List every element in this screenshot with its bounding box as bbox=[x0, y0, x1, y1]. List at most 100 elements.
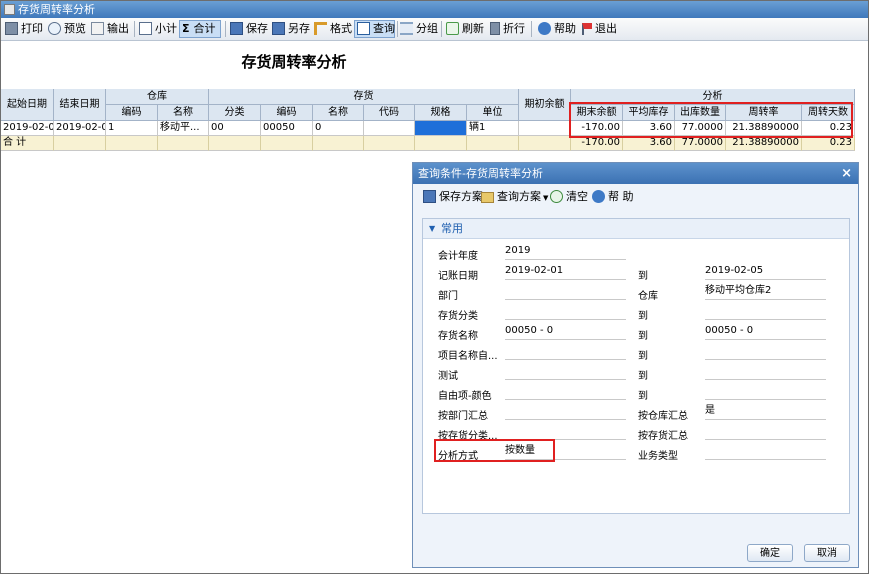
table-cell[interactable] bbox=[519, 121, 571, 136]
magnifier-icon bbox=[48, 22, 61, 35]
custom-color-from-field[interactable] bbox=[505, 383, 626, 400]
refresh-button[interactable]: 刷新 bbox=[446, 20, 484, 38]
test-to-field[interactable] bbox=[705, 363, 826, 380]
main-toolbar: 打印 预览 输出 小计 Σ 合计 保存 另存 格式 查询 分组 刷新 折行 帮助 … bbox=[1, 18, 868, 41]
cancel-button[interactable]: 取消 bbox=[804, 544, 850, 562]
project-from-field[interactable] bbox=[505, 343, 626, 360]
col-opening-balance[interactable]: 期初余额 bbox=[519, 89, 571, 121]
selected-cell[interactable] bbox=[415, 121, 467, 136]
inv-class-to-field[interactable] bbox=[705, 303, 826, 320]
save-button[interactable]: 保存 bbox=[230, 20, 268, 38]
by-wh-field[interactable]: 是 bbox=[705, 403, 826, 420]
table-cell bbox=[54, 136, 106, 151]
col-inv-name[interactable]: 名称 bbox=[313, 105, 364, 121]
table-cell bbox=[313, 136, 364, 151]
col-inv-code[interactable]: 编码 bbox=[261, 105, 313, 121]
by-inv-class-field[interactable] bbox=[505, 423, 626, 440]
format-icon bbox=[314, 22, 327, 35]
date-from-field[interactable]: 2019-02-01 bbox=[505, 263, 626, 280]
common-conditions-panel: ▼ 常用 会计年度 2019 记账日期 2019-02-01 到 2019-02… bbox=[422, 218, 850, 514]
query-plan-dropdown[interactable]: 查询方案 ▼ bbox=[481, 190, 548, 204]
col-spec[interactable]: 规格 bbox=[415, 105, 467, 121]
dept-label: 部门 bbox=[438, 291, 458, 302]
close-icon[interactable]: × bbox=[841, 163, 852, 184]
warehouse-field[interactable]: 移动平均仓库2 bbox=[705, 283, 826, 300]
table-cell[interactable]: 00 bbox=[209, 121, 261, 136]
exit-button[interactable]: 退出 bbox=[582, 20, 617, 38]
date-to-field[interactable]: 2019-02-05 bbox=[705, 263, 826, 280]
dept-field[interactable] bbox=[505, 283, 626, 300]
project-to-field[interactable] bbox=[705, 343, 826, 360]
table-cell bbox=[467, 136, 519, 151]
dialog-toolbar: 保存方案 查询方案 ▼ 清空 帮 助 bbox=[413, 184, 858, 209]
total-button[interactable]: Σ 合计 bbox=[179, 20, 221, 38]
toolbar-separator bbox=[531, 21, 532, 37]
clear-button[interactable]: 清空 bbox=[550, 190, 588, 204]
custom-color-label: 自由项-颜色 bbox=[438, 391, 492, 402]
sigma-icon: Σ bbox=[182, 22, 190, 35]
toolbar-separator bbox=[134, 21, 135, 37]
by-dept-field[interactable] bbox=[505, 403, 626, 420]
group-header-inventory: 存货 bbox=[209, 89, 519, 105]
inv-name-from-field[interactable]: 00050 - 0 bbox=[505, 323, 626, 340]
inv-name-label: 存货名称 bbox=[438, 331, 478, 342]
table-cell bbox=[364, 136, 415, 151]
help-button[interactable]: 帮助 bbox=[538, 20, 576, 38]
export-icon bbox=[91, 22, 104, 35]
group-icon bbox=[400, 22, 413, 35]
total-cell: -170.00 bbox=[571, 136, 623, 151]
table-cell[interactable]: 移动平... bbox=[158, 121, 209, 136]
format-button[interactable]: 格式 bbox=[314, 20, 352, 38]
table-cell bbox=[415, 136, 467, 151]
table-cell[interactable] bbox=[364, 121, 415, 136]
preview-button[interactable]: 预览 bbox=[48, 20, 86, 38]
test-label: 测试 bbox=[438, 371, 458, 382]
by-inv-field[interactable] bbox=[705, 423, 826, 440]
section-header[interactable]: ▼ 常用 bbox=[423, 219, 849, 239]
col-inv-class[interactable]: 分类 bbox=[209, 105, 261, 121]
test-from-field[interactable] bbox=[505, 363, 626, 380]
save-icon bbox=[230, 22, 243, 35]
table-cell[interactable]: 2019-02-01 bbox=[1, 121, 54, 136]
warehouse-label: 仓库 bbox=[638, 291, 658, 302]
dialog-title: 查询条件-存货周转率分析 bbox=[418, 167, 543, 180]
export-button[interactable]: 输出 bbox=[91, 20, 129, 38]
biz-type-field[interactable] bbox=[705, 443, 826, 460]
clear-icon bbox=[550, 190, 563, 203]
help-icon bbox=[538, 22, 551, 35]
col-inv-alias[interactable]: 代码 bbox=[364, 105, 415, 121]
table-cell[interactable]: 2019-02-05 bbox=[54, 121, 106, 136]
inv-class-from-field[interactable] bbox=[505, 303, 626, 320]
table-cell[interactable]: 辆1 bbox=[467, 121, 519, 136]
save-as-icon bbox=[272, 22, 285, 35]
query-button[interactable]: 查询 bbox=[354, 20, 395, 38]
col-wh-name[interactable]: 名称 bbox=[158, 105, 209, 121]
table-cell[interactable]: 00050 bbox=[261, 121, 313, 136]
group-button[interactable]: 分组 bbox=[400, 20, 438, 38]
table-cell[interactable]: 1 bbox=[106, 121, 158, 136]
fold-button[interactable]: 折行 bbox=[490, 20, 525, 38]
col-unit[interactable]: 单位 bbox=[467, 105, 519, 121]
table-cell[interactable]: 0 bbox=[313, 121, 364, 136]
to-label: 到 bbox=[638, 271, 648, 282]
table-cell bbox=[261, 136, 313, 151]
inv-class-label: 存货分类 bbox=[438, 311, 478, 322]
dialog-help-button[interactable]: 帮 助 bbox=[592, 190, 634, 204]
col-start-date[interactable]: 起始日期 bbox=[1, 89, 54, 121]
save-plan-button[interactable]: 保存方案 bbox=[423, 190, 483, 204]
project-label: 项目名称自... bbox=[438, 351, 498, 362]
ok-button[interactable]: 确定 bbox=[747, 544, 793, 562]
save-as-button[interactable]: 另存 bbox=[272, 20, 310, 38]
subtotal-button[interactable]: 小计 bbox=[139, 20, 177, 38]
table-cell bbox=[106, 136, 158, 151]
dialog-title-bar[interactable]: 查询条件-存货周转率分析 × bbox=[413, 163, 858, 184]
custom-color-to-field[interactable] bbox=[705, 383, 826, 400]
print-button[interactable]: 打印 bbox=[5, 20, 43, 38]
toolbar-separator bbox=[225, 21, 226, 37]
to-label: 到 bbox=[638, 331, 648, 342]
year-field[interactable]: 2019 bbox=[505, 243, 626, 260]
inv-name-to-field[interactable]: 00050 - 0 bbox=[705, 323, 826, 340]
toolbar-separator bbox=[397, 21, 398, 37]
col-wh-code[interactable]: 编码 bbox=[106, 105, 158, 121]
col-end-date[interactable]: 结束日期 bbox=[54, 89, 106, 121]
